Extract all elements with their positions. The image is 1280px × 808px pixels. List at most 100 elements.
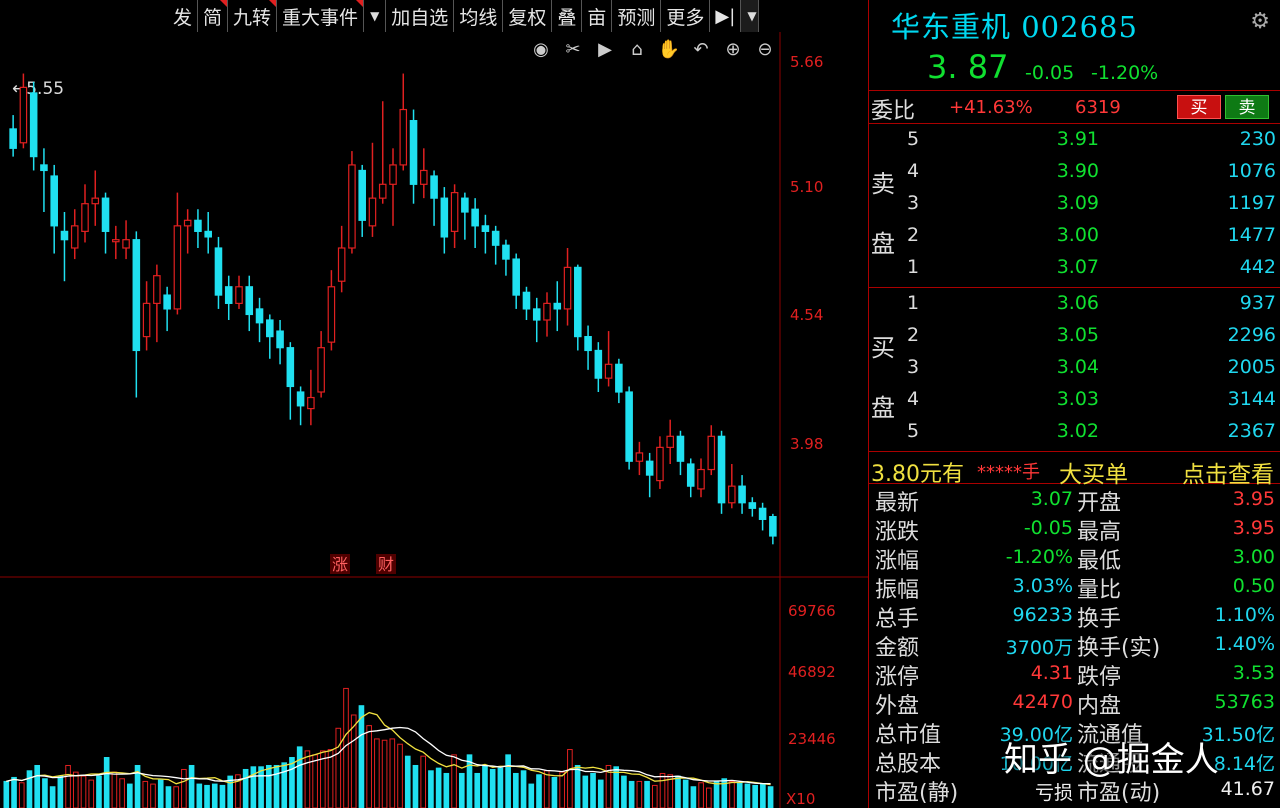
toolbar-skip-end-button[interactable]: ▶| <box>710 0 742 32</box>
volume-bar <box>582 775 589 808</box>
volume-bar <box>458 772 465 808</box>
event-marker: 财 <box>378 555 394 574</box>
big-order-row: 3.80元有 *****手 大买单 点击查看 <box>869 452 1280 488</box>
volume-bar <box>443 772 450 808</box>
toolbar-major-events-button[interactable]: 重大事件 <box>277 0 365 32</box>
volume-bar <box>636 780 643 808</box>
volume-bar <box>127 783 133 808</box>
ask-level: 2 <box>906 224 920 246</box>
volume-bar <box>536 774 542 808</box>
candle-up <box>378 183 387 199</box>
volume-bar <box>505 754 511 808</box>
volume-bar <box>142 780 149 808</box>
volume-bar <box>397 743 403 808</box>
candle-down <box>276 330 284 349</box>
price-axis-label: 3.98 <box>790 435 823 453</box>
ask-price[interactable]: 3.00 <box>1019 224 1099 246</box>
toolbar-label: 复权 <box>508 6 547 29</box>
bid-level: 3 <box>906 356 920 378</box>
volume-bar <box>590 772 596 808</box>
toolbar-label: 预测 <box>617 6 656 29</box>
candle-down <box>502 244 510 260</box>
toolbar-overlay-button[interactable]: 叠 <box>552 0 583 32</box>
bid-price[interactable]: 3.03 <box>1019 388 1099 410</box>
lock-icon[interactable]: ⌂ <box>624 38 650 62</box>
hand-icon[interactable]: ✋ <box>656 38 682 62</box>
volume-bar <box>698 782 704 808</box>
volume-bar <box>42 778 48 808</box>
volume-bar <box>173 786 179 808</box>
volume-bar <box>736 782 743 808</box>
toolbar-fa-button[interactable]: 发 <box>168 0 199 32</box>
volume-bar <box>381 739 388 808</box>
price-change: -0.05 <box>1025 62 1075 84</box>
ask-price[interactable]: 3.09 <box>1019 192 1099 214</box>
candle-up <box>122 239 130 249</box>
candle-down <box>440 197 449 238</box>
toolbar-more-dropdown[interactable]: ▼ <box>741 0 760 32</box>
zoom-in-icon[interactable]: ⊕ <box>720 38 746 62</box>
candle-down <box>245 286 254 316</box>
candle-up <box>307 396 315 410</box>
zoom-out-icon[interactable]: ⊖ <box>752 38 778 62</box>
volume-bar <box>628 780 635 808</box>
volume-bar <box>597 779 604 808</box>
bid-price[interactable]: 3.05 <box>1019 324 1099 346</box>
volume-bar <box>675 775 681 808</box>
toolbar-forecast-button[interactable]: 预测 <box>612 0 662 32</box>
volume-bar <box>335 727 342 808</box>
toolbar-label: 重大事件 <box>282 6 359 29</box>
ask-price[interactable]: 3.07 <box>1019 256 1099 278</box>
toolbar-adjust-button[interactable]: 复权 <box>503 0 553 32</box>
gear-icon[interactable]: ⚙ <box>1250 9 1270 34</box>
candle-down <box>132 239 141 352</box>
volume-bar <box>404 755 411 808</box>
volume-bar <box>343 687 349 808</box>
candle-down <box>676 435 685 462</box>
toolbar-events-dropdown[interactable]: ▼ <box>364 0 387 32</box>
kline-chart[interactable]: 5.66 5.10 4.54 3.98 69766 46892 23446 X10 ←5.55 涨… <box>0 32 868 808</box>
bid-price[interactable]: 3.04 <box>1019 356 1099 378</box>
ask-side-label: 盘 <box>871 230 895 258</box>
volume-bar <box>482 764 488 808</box>
candle-up <box>563 266 572 310</box>
candle-up <box>348 164 356 249</box>
volume-bar <box>219 784 226 808</box>
volume-bar <box>304 750 311 808</box>
ask-book: 卖 盘 5 3.91 230 4 3.90 1076 3 3.09 1197 2… <box>869 124 1280 288</box>
chart-control-icons: ◉ ✂ ▶ ⌂ ✋ ↶ ⊕ ⊖ <box>528 38 778 62</box>
candle-down <box>29 92 38 158</box>
candle-down <box>645 460 654 476</box>
bid-volume: 937 <box>1239 292 1276 314</box>
bid-price[interactable]: 3.02 <box>1019 420 1099 442</box>
volume-bar <box>729 780 735 808</box>
price-row: 3. 87 -0.05 -1.20% <box>869 44 1280 90</box>
volume-bar <box>273 764 280 808</box>
candle-down <box>748 502 757 509</box>
stats-row: 涨跌 -0.05 最高 3.95 <box>869 513 1280 545</box>
candle-down <box>194 219 202 232</box>
toolbar-simple-button[interactable]: 简 <box>198 0 229 32</box>
kline-svg[interactable]: 5.665.104.543.98697664689223446X10←5.55涨… <box>0 32 868 808</box>
volume-bar <box>26 770 33 808</box>
candle-up <box>112 239 120 243</box>
toolbar-add-watchlist-button[interactable]: 加自选 <box>386 0 455 32</box>
scissors-icon[interactable]: ✂ <box>560 38 586 62</box>
toolbar-jiuzhuan-button[interactable]: 九转 <box>228 0 278 32</box>
eye-icon[interactable]: ◉ <box>528 38 554 62</box>
candle-down <box>491 230 500 246</box>
volume-bar <box>289 757 295 808</box>
volume-bar <box>49 786 56 808</box>
ask-price[interactable]: 3.90 <box>1019 160 1099 182</box>
sell-button[interactable]: 卖 <box>1225 95 1269 119</box>
toolbar-ma-button[interactable]: 均线 <box>454 0 504 32</box>
undo-icon[interactable]: ↶ <box>688 38 714 62</box>
volume-bar <box>111 771 118 808</box>
bid-price[interactable]: 3.06 <box>1019 292 1099 314</box>
play-icon[interactable]: ▶ <box>592 38 618 62</box>
buy-button[interactable]: 买 <box>1177 95 1221 119</box>
toolbar-mu-button[interactable]: 亩 <box>582 0 613 32</box>
ask-price[interactable]: 3.91 <box>1019 128 1099 150</box>
volume-bar <box>3 780 10 808</box>
toolbar-more-button[interactable]: 更多 <box>661 0 711 32</box>
